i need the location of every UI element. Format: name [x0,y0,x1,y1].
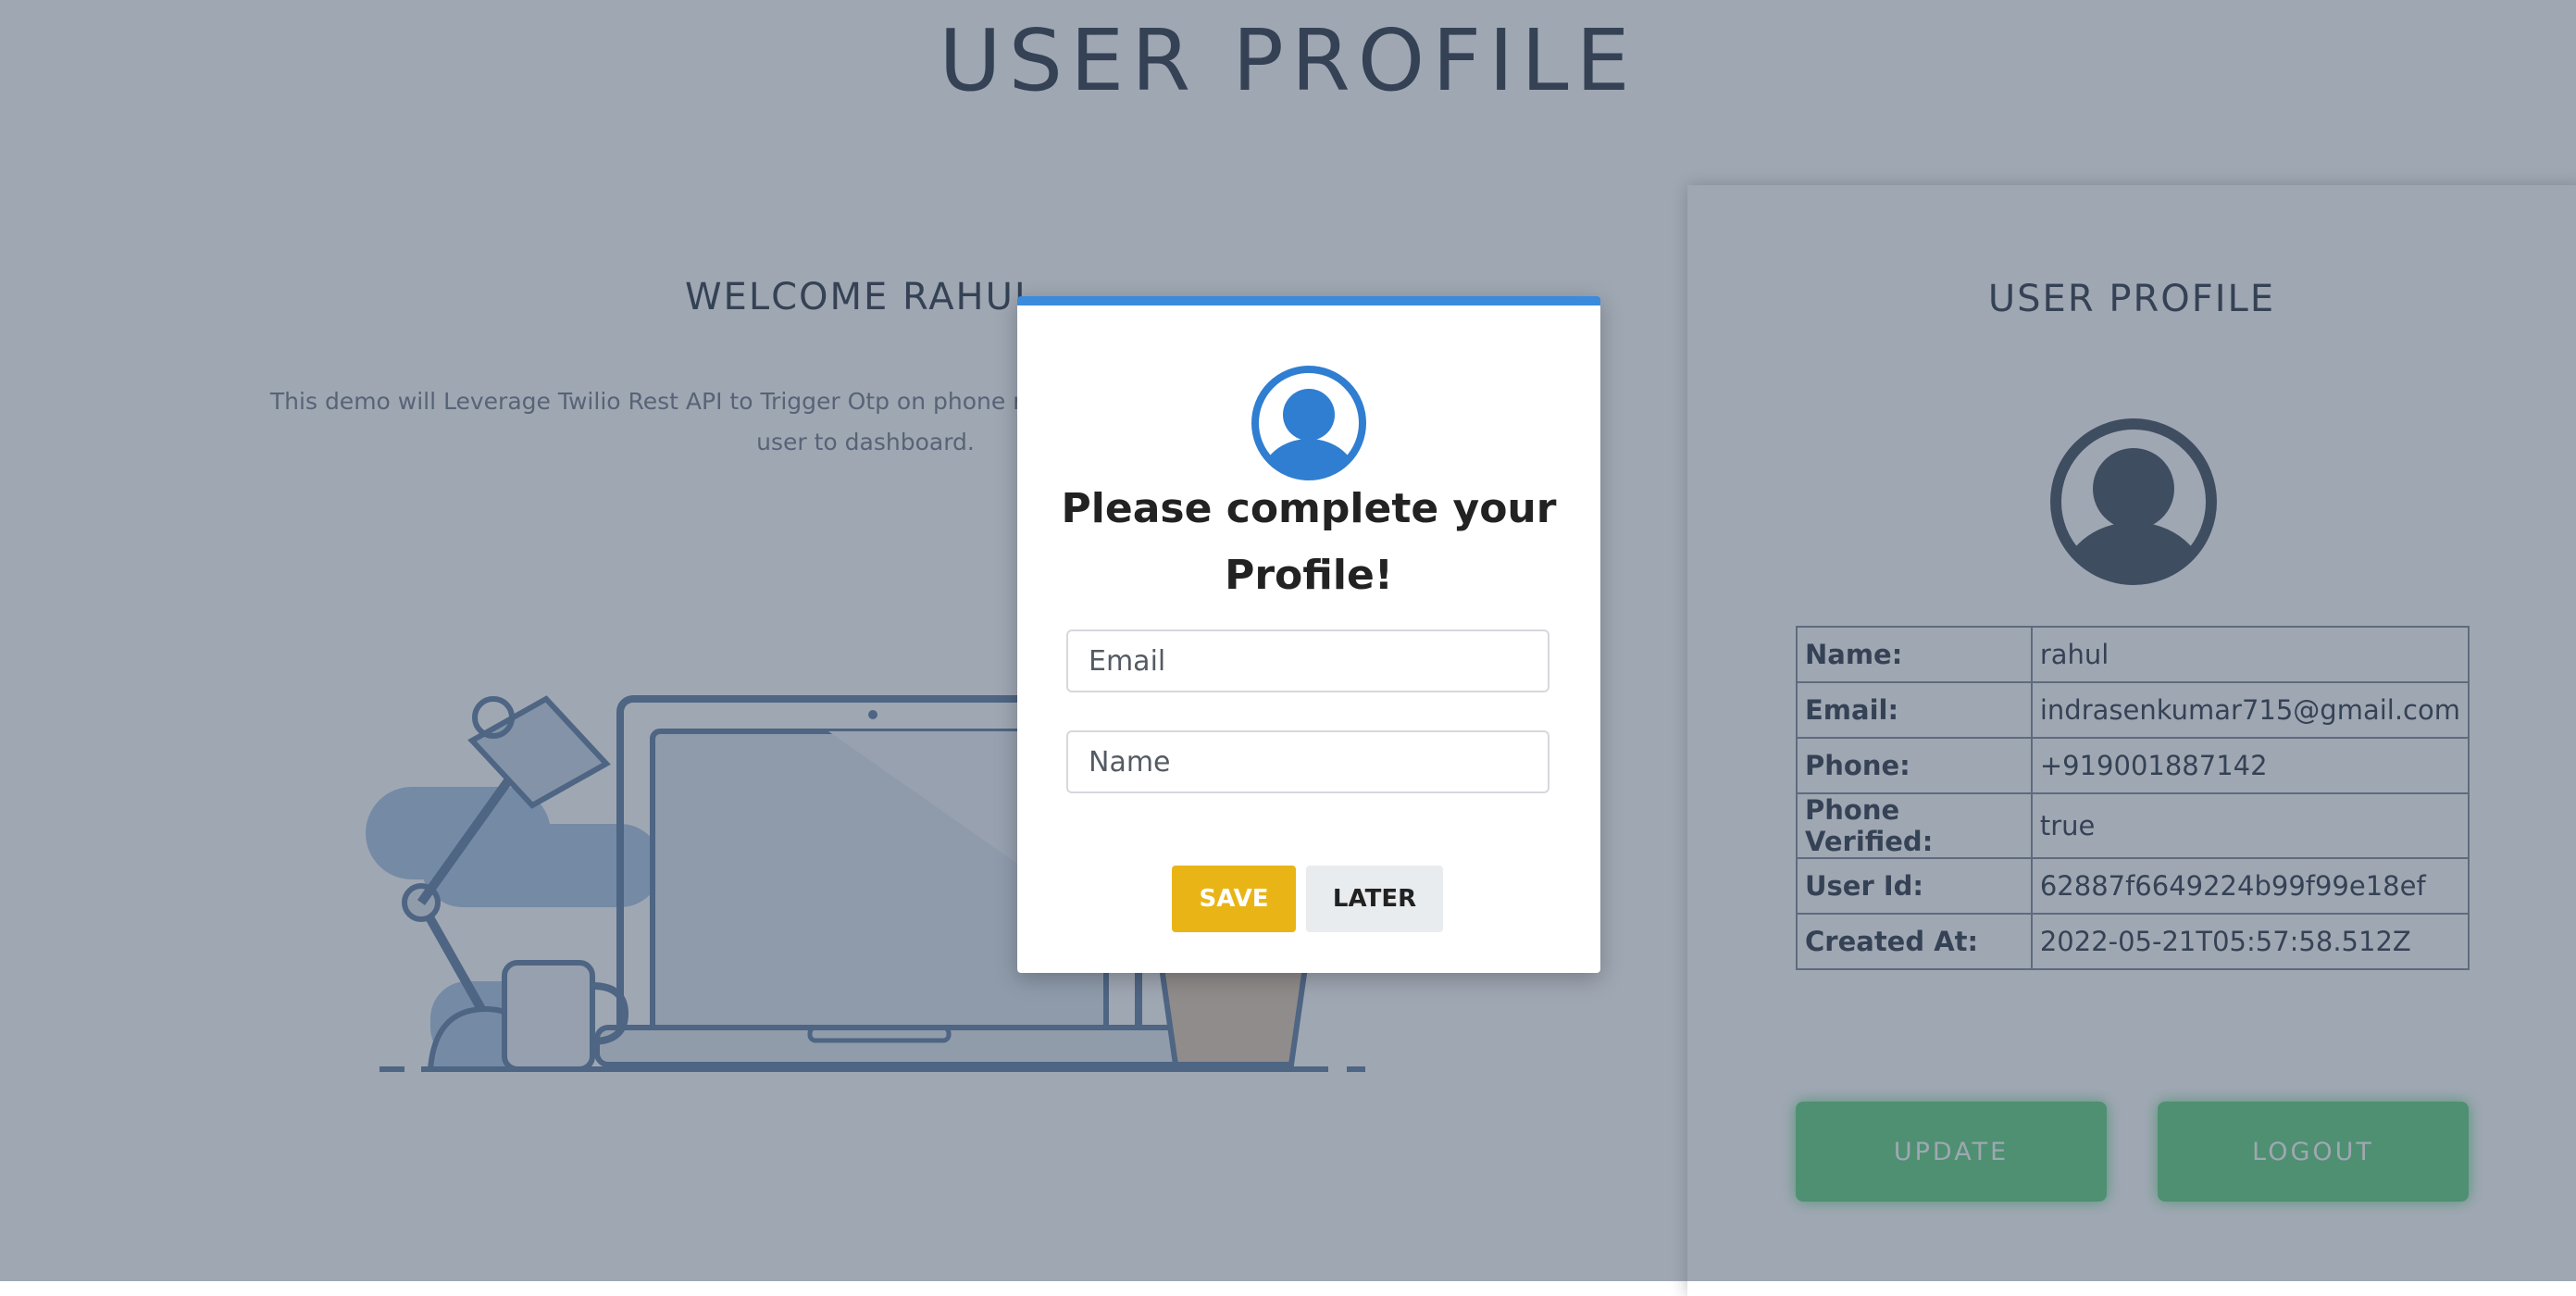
modal-heading: Please complete your Profile! [1017,476,1600,609]
modal-heading-line-1: Please complete your [1061,485,1557,532]
complete-profile-modal: Please complete your Profile! SAVE LATER [1017,296,1600,973]
email-input[interactable] [1066,629,1549,692]
save-button[interactable]: SAVE [1172,866,1296,932]
user-circle-icon [1251,366,1366,480]
later-button[interactable]: LATER [1306,866,1443,932]
modal-heading-line-2: Profile! [1225,552,1393,599]
name-input[interactable] [1066,730,1549,793]
